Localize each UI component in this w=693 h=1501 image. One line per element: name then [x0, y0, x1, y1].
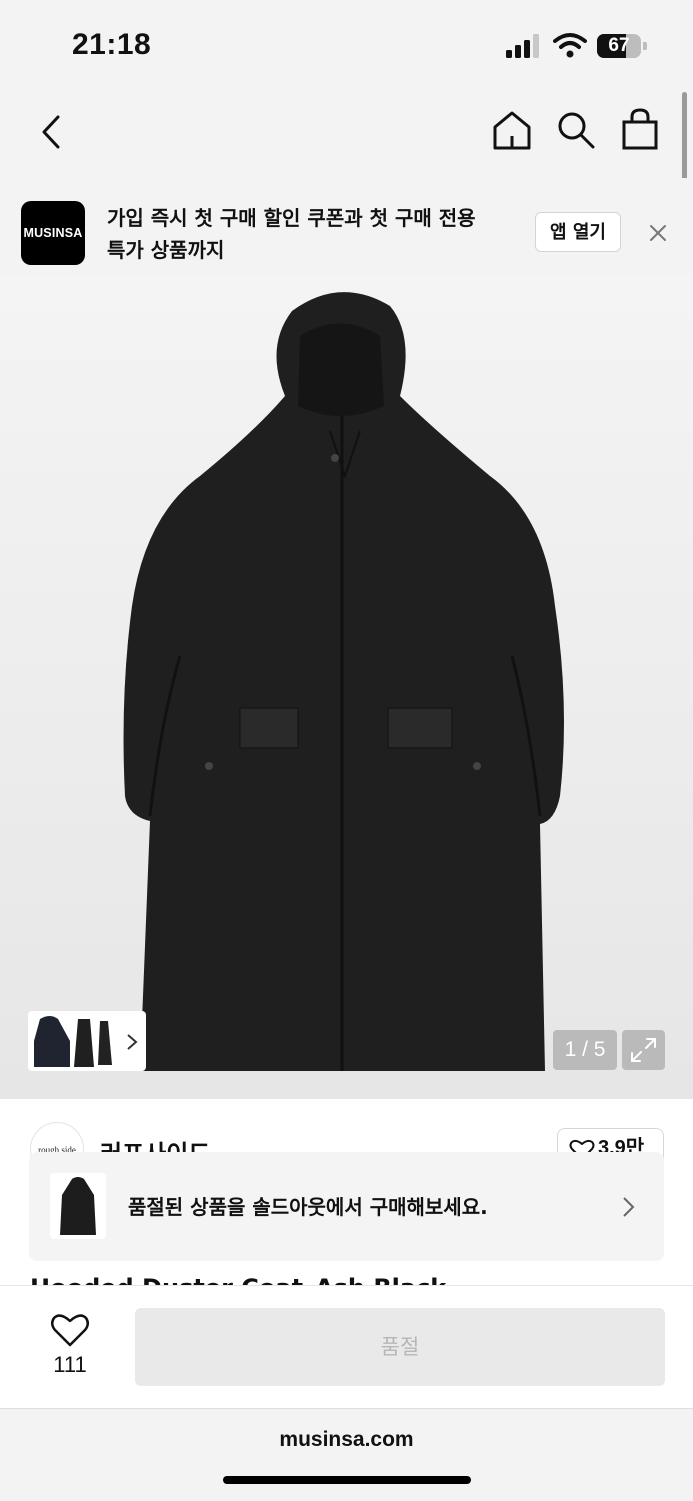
battery-percent: 67: [608, 35, 630, 56]
nav-bar: [0, 90, 693, 179]
promo-message: 가입 즉시 첫 구매 할인 쿠폰과 첫 구매 전용 특가 상품까지: [107, 202, 517, 266]
wifi-icon: [553, 33, 587, 58]
soldout-button: 품절: [135, 1308, 665, 1386]
coat-image: [123, 292, 564, 1072]
promo-line-2: 특가 상품까지: [107, 238, 225, 262]
wishlist-heart-icon[interactable]: [50, 1312, 90, 1348]
status-time: 21:18: [72, 28, 152, 61]
expand-icon: [631, 1038, 656, 1062]
open-app-button[interactable]: 앱 열기: [535, 212, 621, 252]
expand-image-button[interactable]: [622, 1030, 665, 1070]
wishlist-count: 111: [53, 1352, 87, 1377]
thumbnail-strip[interactable]: [28, 1011, 146, 1071]
product-image-gallery[interactable]: [0, 276, 693, 1099]
home-indicator[interactable]: [223, 1476, 471, 1484]
search-icon[interactable]: [556, 110, 596, 150]
soldout-banner-text: 품절된 상품을 솔드아웃에서 구매해보세요.: [128, 1195, 488, 1219]
musinsa-logo: MUSINSA: [21, 201, 85, 265]
url-text[interactable]: musinsa.com: [0, 1428, 693, 1452]
close-icon[interactable]: [645, 220, 671, 246]
browser-url-bar[interactable]: [0, 1408, 693, 1501]
product-title: Hooded Duster Coat_Ash Black: [30, 1274, 446, 1285]
scroll-indicator: [682, 92, 687, 184]
chevron-right-icon: [623, 1197, 635, 1217]
battery-indicator: 67: [597, 34, 647, 58]
chevron-right-icon[interactable]: [126, 1033, 138, 1051]
home-icon[interactable]: [492, 110, 532, 150]
cellular-signal-icon: [506, 34, 539, 58]
soldout-product-thumbnail: [50, 1173, 106, 1239]
back-icon[interactable]: [38, 114, 64, 150]
shopping-bag-icon[interactable]: [621, 108, 659, 150]
promo-line-1: 가입 즉시 첫 구매 할인 쿠폰과 첫 구매 전용: [107, 206, 476, 230]
image-counter: 1 / 5: [553, 1030, 617, 1070]
